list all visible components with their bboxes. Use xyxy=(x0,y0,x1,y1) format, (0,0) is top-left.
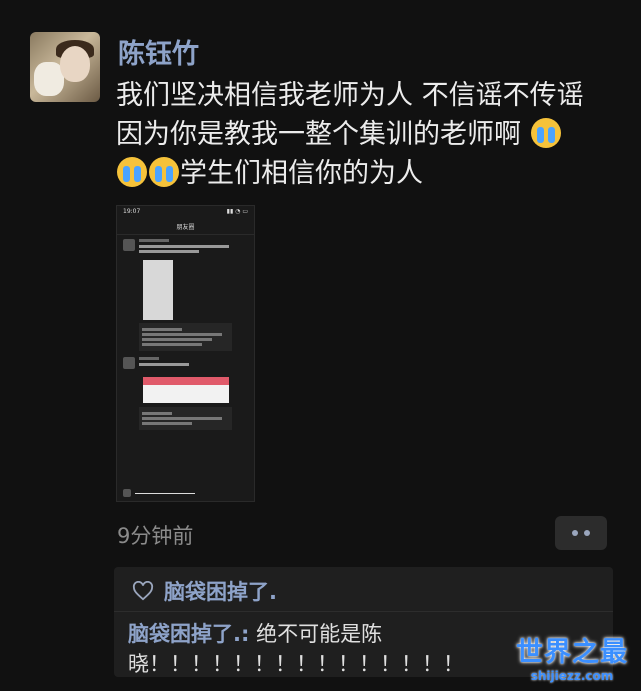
thumb-post-row xyxy=(117,235,254,257)
more-actions-button[interactable] xyxy=(555,516,607,550)
site-watermark: 世界之最 shijiezz.com xyxy=(512,630,632,683)
thumb-bottom-bar xyxy=(123,489,195,497)
thumb-status-bar: 19:07 ▮▮ ◔ ▭ xyxy=(117,206,254,222)
author-avatar[interactable] xyxy=(30,32,100,102)
post-timestamp: 9分钟前 xyxy=(117,524,194,548)
thumb-status-time: 19:07 xyxy=(123,208,141,215)
thumb-signal-icon: ▮▮ ◔ ▭ xyxy=(226,208,248,215)
author-name[interactable]: 陈钰竹 xyxy=(118,32,199,71)
dot-icon xyxy=(572,530,578,536)
post-text: 我们坚决相信我老师为人 不信谣不传谣 因为你是教我一整个集训的老师啊 学生们相信… xyxy=(116,76,621,193)
crying-face-icon xyxy=(149,157,179,187)
likes-user[interactable]: 脑袋困掉了. xyxy=(164,576,277,606)
post-image-thumbnail[interactable]: 19:07 ▮▮ ◔ ▭ 朋友圈 xyxy=(116,205,255,502)
thumb-image xyxy=(143,260,173,320)
thumb-post-row-2 xyxy=(117,353,254,373)
likes-row: 脑袋困掉了. xyxy=(132,576,277,606)
post-text-line-1: 我们坚决相信我老师为人 不信谣不传谣 xyxy=(116,80,584,111)
heart-icon xyxy=(132,581,154,601)
crying-face-icon xyxy=(117,157,147,187)
thumb-avatar-2 xyxy=(123,357,135,369)
post-text-line-3-text: 学生们相信你的为人 xyxy=(180,158,423,189)
comment-author[interactable]: 脑袋困掉了.: xyxy=(128,622,249,646)
watermark-title: 世界之最 xyxy=(516,637,628,668)
crying-face-icon xyxy=(530,118,561,148)
thumb-avatar xyxy=(123,239,135,251)
post-text-line-2-text: 因为你是教我一整个集训的老师啊 xyxy=(116,119,530,150)
comments-divider xyxy=(114,611,613,612)
post-text-line-3: 学生们相信你的为人 xyxy=(116,154,621,193)
thumb-comment-block xyxy=(139,323,232,351)
avatar-face-shape xyxy=(60,46,90,82)
thumb-link-card xyxy=(143,377,229,403)
dot-icon xyxy=(584,530,590,536)
watermark-url: shijiezz.com xyxy=(530,669,614,683)
thumb-nav-title: 朋友圈 xyxy=(117,222,254,235)
post-text-line-2: 因为你是教我一整个集训的老师啊 xyxy=(116,115,621,154)
thumb-comment-block-2 xyxy=(139,407,232,430)
